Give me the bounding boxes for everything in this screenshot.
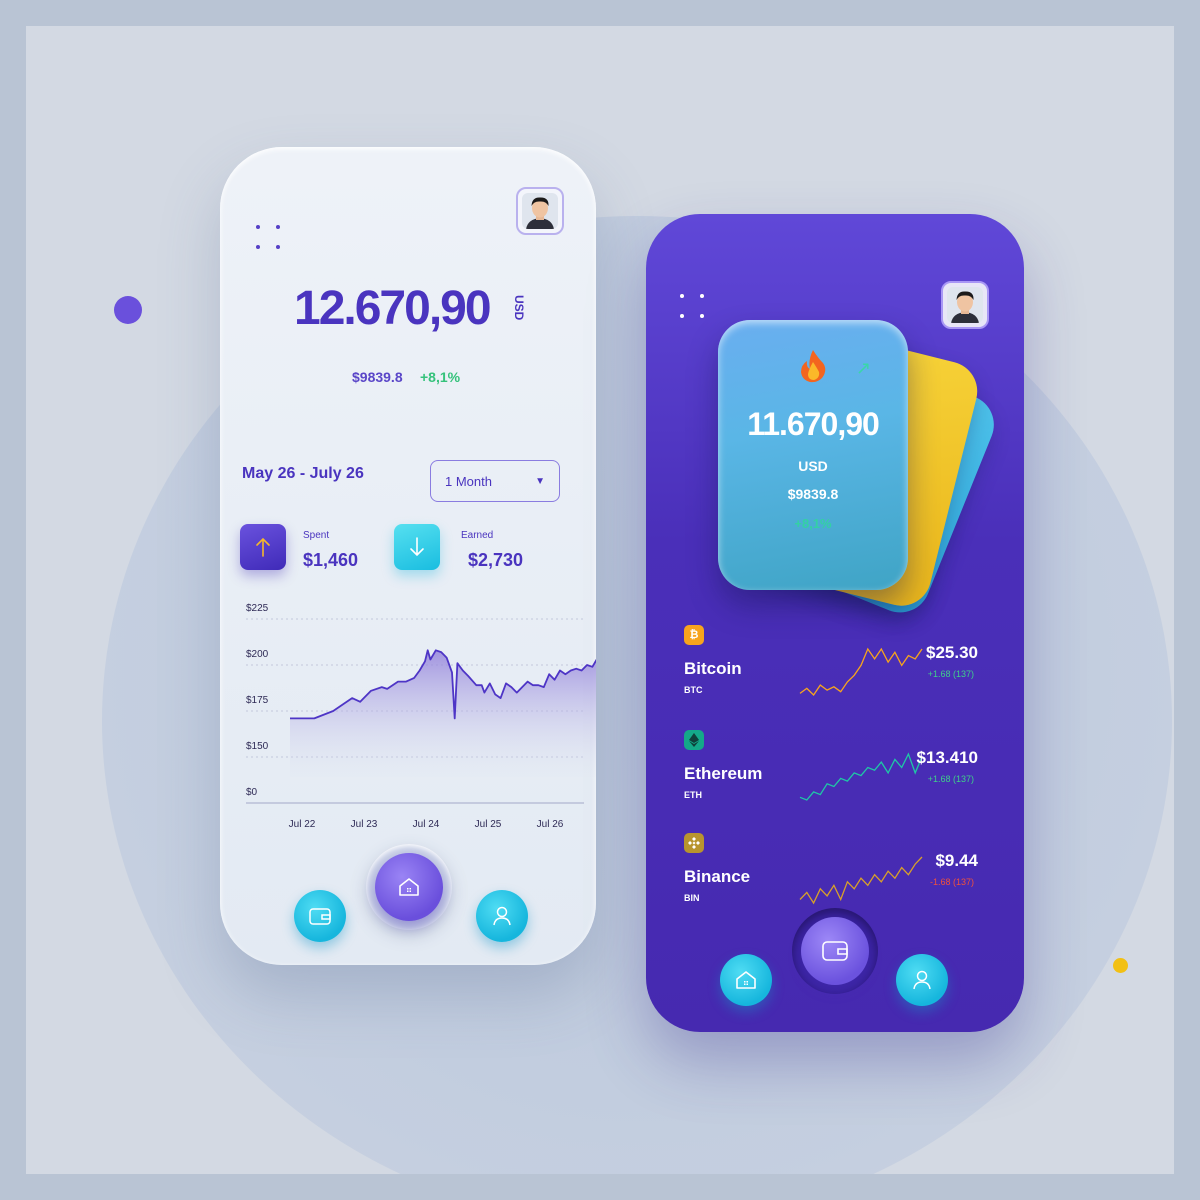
- bitcoin-sparkline: [799, 647, 923, 697]
- nav-profile-button[interactable]: [896, 954, 948, 1006]
- user-avatar[interactable]: [516, 187, 564, 235]
- earned-value: $2,730: [468, 550, 524, 570]
- coin-change: +1.68 (137): [927, 774, 974, 784]
- grid-dots-icon[interactable]: [256, 225, 280, 249]
- coin-change: +1.68 (137): [927, 669, 974, 679]
- user-avatar[interactable]: [941, 281, 989, 329]
- decorative-purple-dot: [114, 296, 142, 324]
- chart-x-tick-label: Jul 22: [289, 819, 316, 830]
- home-icon: [736, 971, 756, 989]
- bitcoin-icon: ₿: [684, 625, 704, 645]
- period-select[interactable]: 1 Month ▼: [430, 460, 560, 502]
- grid-dots-icon[interactable]: [680, 294, 704, 318]
- chart-x-tick-label: Jul 23: [351, 819, 378, 830]
- background-canvas: 12.670,90 USD $9839.8 +8,1% May 26 - Jul…: [26, 26, 1174, 1174]
- balance-currency: USD: [512, 295, 526, 321]
- card-balance: 11.670,90: [747, 406, 880, 442]
- wallet-icon: [309, 908, 331, 925]
- card-usd-value: $9839.8: [787, 486, 839, 502]
- spent-button[interactable]: [240, 524, 286, 570]
- coin-symbol: BIN: [684, 893, 700, 903]
- home-icon: [399, 878, 419, 896]
- ethereum-icon: [684, 730, 704, 750]
- nav-wallet-button[interactable]: [792, 908, 878, 994]
- coin-name: Binance: [684, 867, 751, 886]
- nav-home-button[interactable]: [366, 844, 452, 930]
- coin-row-bitcoin[interactable]: ₿ Bitcoin BTC $25.30 +1.68 (137): [646, 625, 1024, 725]
- arrow-down-icon: [410, 537, 424, 557]
- earned-label: Earned: [461, 530, 494, 541]
- balance-usd-value: $9839.8: [352, 369, 403, 385]
- coin-row-ethereum[interactable]: Ethereum ETH $13.410 +1.68 (137): [646, 730, 1024, 830]
- coin-price: $13.410: [916, 748, 978, 767]
- card-currency: USD: [798, 458, 828, 474]
- chart-area-fill: [290, 650, 596, 777]
- coin-change: -1.68 (137): [929, 877, 974, 887]
- caret-down-icon: ▼: [535, 475, 545, 487]
- total-balance: 12.670,90: [294, 282, 492, 335]
- binance-sparkline: [799, 856, 923, 905]
- nav-home-button[interactable]: [720, 954, 772, 1006]
- user-icon: [493, 906, 511, 926]
- coin-symbol: BTC: [684, 685, 703, 695]
- ethereum-sparkline: [799, 752, 923, 801]
- chart-x-tick-label: Jul 25: [475, 819, 502, 830]
- earned-button[interactable]: [394, 524, 440, 570]
- chart-y-tick-label: $0: [246, 787, 258, 798]
- nav-home-inner: [375, 853, 443, 921]
- arrow-up-icon: [256, 537, 270, 557]
- wallet-icon: [822, 941, 848, 961]
- balance-area-chart: $225 $200 $175 $150 $0 Jul 22 Jul 23 Jul 24 Jul…: [246, 603, 596, 830]
- wallet-overview-screen: 12.670,90 USD $9839.8 +8,1% May 26 - Jul…: [220, 147, 596, 965]
- spent-label: Spent: [303, 530, 330, 541]
- coin-price: $9.44: [935, 851, 978, 870]
- chart-y-tick-label: $175: [246, 695, 269, 706]
- date-range: May 26 - July 26: [242, 465, 364, 482]
- period-select-value: 1 Month: [445, 473, 492, 489]
- coin-name: Bitcoin: [684, 659, 742, 678]
- user-icon: [913, 970, 931, 990]
- chart-x-tick-label: Jul 24: [413, 819, 440, 830]
- chart-y-tick-label: $200: [246, 649, 269, 660]
- balance-card[interactable]: ↗ 11.670,90 USD $9839.8 +8,1%: [718, 320, 908, 590]
- chart-y-tick-label: $150: [246, 741, 269, 752]
- nav-profile-button[interactable]: [476, 890, 528, 942]
- nav-wallet-button[interactable]: [294, 890, 346, 942]
- chart-x-tick-label: Jul 26: [537, 819, 564, 830]
- nav-wallet-inner: [801, 917, 869, 985]
- coin-price: $25.30: [926, 643, 978, 662]
- fire-icon: [801, 350, 826, 383]
- card-change: +8,1%: [794, 516, 832, 531]
- crypto-portfolio-screen: ↗ 11.670,90 USD $9839.8 +8,1% ₿ Bitcoin …: [646, 214, 1024, 1032]
- trend-up-icon: ↗: [856, 358, 872, 378]
- coin-name: Ethereum: [684, 764, 763, 783]
- balance-change: +8,1%: [420, 369, 461, 385]
- binance-icon: [684, 833, 704, 853]
- spent-value: $1,460: [303, 550, 359, 570]
- decorative-yellow-dot: [1113, 958, 1128, 973]
- coin-symbol: ETH: [684, 790, 702, 800]
- avatar-face-icon: [522, 193, 558, 229]
- avatar-face-icon: [947, 287, 983, 323]
- chart-y-tick-label: $225: [246, 603, 269, 614]
